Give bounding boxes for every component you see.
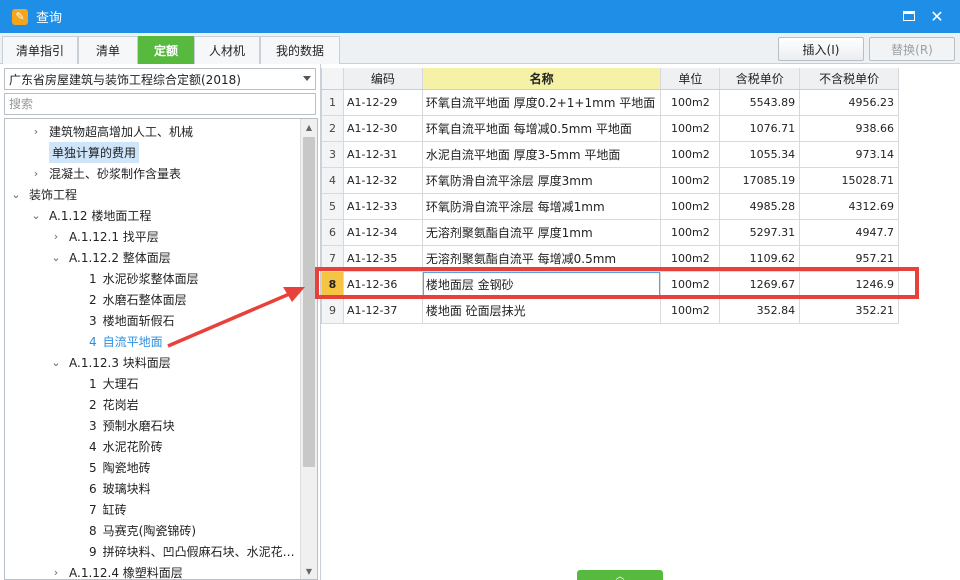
scroll-down-icon[interactable]: ▼	[301, 563, 317, 579]
window-titlebar: ✎ 查询 ✕	[0, 0, 960, 33]
tab-labor-material-machine[interactable]: 人材机	[194, 36, 260, 64]
window-title: 查询	[36, 11, 63, 26]
chevron-down-icon[interactable]: ⌄	[9, 188, 23, 202]
tree-leaf[interactable]: 3 楼地面斩假石	[89, 310, 317, 331]
scroll-up-icon[interactable]: ▲	[301, 119, 317, 135]
tree-leaf[interactable]: 4 水泥花阶砖	[89, 436, 317, 457]
header-index	[322, 68, 344, 89]
chevron-up-icon: ︿	[615, 571, 625, 580]
tab-quota[interactable]: 定额	[138, 36, 194, 64]
tab-my-data[interactable]: 我的数据	[260, 36, 340, 64]
tree-scrollbar[interactable]: ▲ ▼	[300, 119, 317, 579]
tree-node[interactable]: › A.1.12.4 橡塑料面层	[49, 562, 317, 579]
tree-node[interactable]: ⌄ A.1.12.3 块料面层	[49, 352, 317, 373]
table-row[interactable]: 1 A1-12-29 环氧自流平地面 厚度0.2+1+1mm 平地面 100m2…	[322, 90, 899, 116]
tree-node[interactable]: ⌄ A.1.12.2 整体面层	[49, 247, 317, 268]
tree-leaf-current[interactable]: 4 自流平地面	[89, 331, 317, 352]
chevron-down-icon[interactable]: ⌄	[49, 356, 63, 370]
search-input[interactable]	[4, 93, 316, 115]
collapse-handle[interactable]: ︿	[577, 570, 663, 580]
chevron-right-icon[interactable]: ›	[49, 230, 63, 244]
tree-leaf[interactable]: 7 缸砖	[89, 499, 317, 520]
header-unit[interactable]: 单位	[661, 68, 721, 89]
tree-node[interactable]: › A.1.12.1 找平层	[49, 226, 317, 247]
tree-node[interactable]: ⌄ 装饰工程	[9, 184, 305, 205]
tree-leaf[interactable]: 1 水泥砂浆整体面层	[89, 268, 317, 289]
replace-button[interactable]: 替换(R)	[869, 37, 955, 61]
tree-leaf[interactable]: 9 拼碎块料、凹凸假麻石块、水泥花…	[89, 541, 299, 562]
quota-tree: › 建筑物超高增加人工、机械 单独计算的费用 › 混凝土、砂浆制作含量表 ⌄ 装饰工程…	[4, 118, 318, 580]
quota-grid: 编码 名称 单位 含税单价 不含税单价 1 A1-12-29 环氧自流平地面 厚…	[321, 68, 899, 324]
tree-leaf[interactable]: 1 大理石	[89, 373, 317, 394]
maximize-button[interactable]	[898, 6, 920, 26]
table-row[interactable]: 3 A1-12-31 水泥自流平地面 厚度3-5mm 平地面 100m2 105…	[322, 142, 899, 168]
tree-leaf[interactable]: 2 水磨石整体面层	[89, 289, 317, 310]
close-icon: ✕	[930, 6, 944, 26]
tree-node[interactable]: ⌄ A.1.12 楼地面工程	[29, 205, 317, 226]
tree-leaf[interactable]: 2 花岗岩	[89, 394, 317, 415]
chevron-right-icon[interactable]: ›	[49, 566, 63, 579]
chevron-down-icon[interactable]: ⌄	[49, 251, 63, 265]
tree-leaf[interactable]: 3 预制水磨石块	[89, 415, 317, 436]
chevron-right-icon[interactable]: ›	[29, 125, 43, 139]
header-tax-price[interactable]: 含税单价	[720, 68, 801, 89]
tab-bill[interactable]: 清单	[78, 36, 138, 64]
tab-bar: 清单指引 清单 定额 人材机 我的数据 插入(I) 替换(R)	[0, 33, 960, 64]
left-panel: 广东省房屋建筑与装饰工程综合定额(2018) ›建筑物超高增加人工、机械 单独计…	[0, 64, 320, 580]
table-row[interactable]: 6 A1-12-34 无溶剂聚氨酯自流平 厚度1mm 100m2 5297.31…	[322, 220, 899, 246]
table-row[interactable]: 9 A1-12-37 楼地面 砼面层抹光 100m2 352.84 352.21	[322, 298, 899, 324]
table-row[interactable]: 2 A1-12-30 环氧自流平地面 每增减0.5mm 平地面 100m2 10…	[322, 116, 899, 142]
insert-button[interactable]: 插入(I)	[778, 37, 864, 61]
close-button[interactable]: ✕	[926, 6, 948, 26]
chevron-right-icon[interactable]: ›	[29, 167, 43, 181]
chevron-down-icon[interactable]: ⌄	[29, 209, 43, 223]
tree-node-selected[interactable]: 单独计算的费用	[29, 142, 317, 163]
quota-library-value: 广东省房屋建筑与装饰工程综合定额(2018)	[9, 72, 241, 87]
scrollbar-thumb[interactable]	[303, 137, 315, 467]
maximize-icon	[903, 11, 915, 21]
grid-header: 编码 名称 单位 含税单价 不含税单价	[322, 68, 899, 90]
tree-node[interactable]: › 混凝土、砂浆制作含量表	[29, 163, 317, 184]
header-code[interactable]: 编码	[344, 68, 423, 89]
table-row[interactable]: 7 A1-12-35 无溶剂聚氨酯自流平 每增减0.5mm 100m2 1109…	[322, 246, 899, 272]
tab-bill-guide[interactable]: 清单指引	[2, 36, 78, 64]
chevron-down-icon	[303, 76, 311, 81]
header-name[interactable]: 名称	[422, 68, 662, 89]
tree-leaf[interactable]: 6 玻璃块料	[89, 478, 317, 499]
tree-leaf[interactable]: 8 马赛克(陶瓷锦砖)	[89, 520, 317, 541]
notepad-edit-icon: ✎	[12, 8, 28, 25]
table-row[interactable]: 4 A1-12-32 环氧防滑自流平涂层 厚度3mm 100m2 17085.1…	[322, 168, 899, 194]
table-row[interactable]: 5 A1-12-33 环氧防滑自流平涂层 每增减1mm 100m2 4985.2…	[322, 194, 899, 220]
tree-node[interactable]: › 建筑物超高增加人工、机械	[29, 121, 317, 142]
tree-leaf[interactable]: 5 陶瓷地砖	[89, 457, 317, 478]
quota-library-select[interactable]: 广东省房屋建筑与装饰工程综合定额(2018)	[4, 68, 316, 90]
table-row-selected[interactable]: 8 A1-12-36 楼地面层 金钢砂 100m2 1269.67 1246.9	[322, 272, 899, 298]
header-notax-price[interactable]: 不含税单价	[800, 68, 899, 89]
